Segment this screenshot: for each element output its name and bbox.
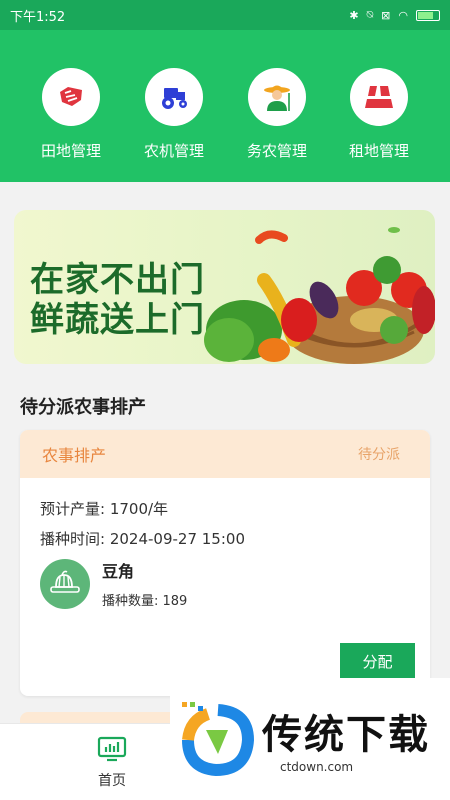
crop-name: 豆角 bbox=[102, 562, 135, 581]
field-icon bbox=[42, 68, 100, 126]
watermark-brand: 传统下载 bbox=[262, 712, 430, 758]
assign-button[interactable]: 分配 bbox=[340, 643, 415, 679]
status-icons: ✱ ⍉ ⊠ ◠ bbox=[349, 8, 440, 22]
nav-label: 务农管理 bbox=[246, 142, 307, 160]
section-title: 待分派农事排产 bbox=[20, 397, 146, 418]
sim-icon: ⊠ bbox=[381, 8, 391, 22]
farmer-icon bbox=[248, 68, 306, 126]
status-bar: 下午1:52 ✱ ⍉ ⊠ ◠ bbox=[0, 0, 450, 30]
battery-icon bbox=[416, 9, 440, 21]
dashboard-icon bbox=[97, 736, 127, 762]
nav-item-field-management[interactable]: 田地管理 bbox=[31, 68, 111, 161]
tractor-icon bbox=[145, 68, 203, 126]
watermark-overlay: 传统下载 ctdown.com bbox=[170, 678, 450, 800]
banner-line-2: 鲜蔬送上门 bbox=[30, 300, 205, 340]
promo-banner[interactable]: 在家不出门 鲜蔬送上门 bbox=[14, 210, 435, 364]
mute-icon: ⍉ bbox=[366, 8, 374, 21]
rent-land-icon bbox=[350, 68, 408, 126]
card-title: 农事排产 bbox=[42, 446, 107, 465]
card-body: 预计产量: 1700/年 播种时间: 2024-09-27 15:00 豆角 播… bbox=[20, 478, 430, 609]
yield-text: 预计产量: 1700/年 bbox=[40, 500, 169, 518]
nav-label: 农机管理 bbox=[143, 142, 204, 160]
status-time: 下午1:52 bbox=[10, 9, 66, 25]
watermark-url: ctdown.com bbox=[280, 760, 354, 774]
nav-item-machinery-management[interactable]: 农机管理 bbox=[134, 68, 214, 161]
tab-home-label: 首页 bbox=[98, 773, 126, 789]
crop-info: 豆角 播种数量: 189 bbox=[40, 558, 410, 609]
tab-home[interactable]: 首页 bbox=[84, 736, 140, 790]
nav-item-farming-management[interactable]: 务农管理 bbox=[237, 68, 317, 161]
crop-icon bbox=[40, 558, 90, 609]
nav-label: 租地管理 bbox=[348, 142, 409, 160]
nav-label: 田地管理 bbox=[40, 142, 101, 160]
header-nav: 田地管理 农机管理 务农管理 租地管理 bbox=[0, 30, 450, 182]
vegetable-basket-image bbox=[204, 227, 435, 364]
sow-time-text: 播种时间: 2024-09-27 15:00 bbox=[40, 530, 245, 548]
status-badge: 待分派 bbox=[358, 447, 400, 463]
bluetooth-icon: ✱ bbox=[349, 8, 359, 22]
sow-count-text: 播种数量: 189 bbox=[102, 594, 188, 609]
brand-logo-icon bbox=[182, 702, 255, 776]
schedule-card[interactable]: 农事排产 待分派 预计产量: 1700/年 播种时间: 2024-09-27 1… bbox=[20, 430, 430, 696]
card-header: 农事排产 待分派 bbox=[20, 430, 430, 478]
wifi-icon: ◠ bbox=[398, 8, 408, 22]
nav-item-rent-land-management[interactable]: 租地管理 bbox=[339, 68, 419, 161]
